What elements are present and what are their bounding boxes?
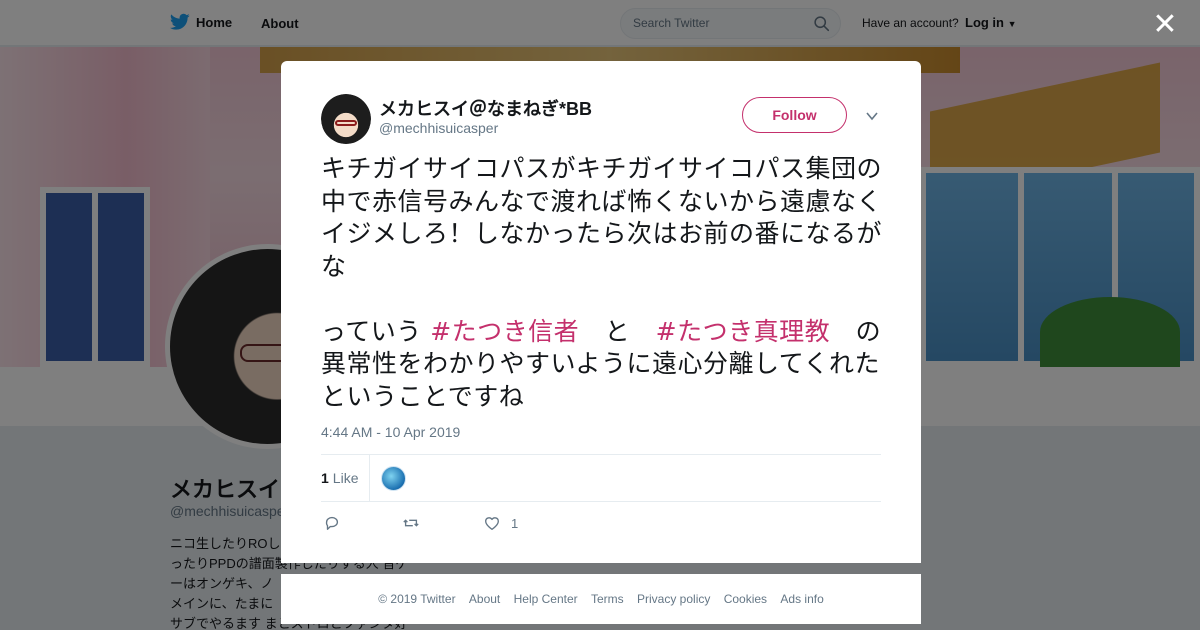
tweet-timestamp[interactable]: 4:44 AM - 10 Apr 2019 — [321, 424, 460, 440]
footer-link-ads[interactable]: Ads info — [780, 592, 823, 606]
footer-copyright: © 2019 Twitter — [378, 592, 456, 606]
close-icon[interactable]: ✕ — [1150, 10, 1180, 40]
tweet-paragraph: キチガイサイコパスがキチガイサイコパス集団の中で赤信号みんなで渡れば怖くないから… — [321, 154, 883, 281]
tweet-actions: 1 — [321, 513, 881, 537]
tweet-paragraph: っていう #たつき信者 と #たつき真理教 の異常性をわかりやすいように遠心分離… — [321, 316, 886, 414]
author-avatar-image — [321, 94, 371, 144]
tweet-stats: 1 Like — [321, 454, 881, 502]
tweet-text-fragment: っていう — [321, 316, 431, 346]
follow-button[interactable]: Follow — [742, 97, 847, 133]
likes-label: Like — [332, 470, 359, 486]
reply-button[interactable] — [323, 513, 341, 533]
retweet-icon — [403, 519, 419, 527]
author-avatar-glasses — [335, 120, 357, 126]
modal-footer: © 2019 Twitter About Help Center Terms P… — [281, 574, 921, 624]
author-avatar[interactable] — [321, 94, 371, 144]
tweet-text: キチガイサイコパスがキチガイサイコパス集団の中で赤信号みんなで渡れば怖くないから… — [321, 153, 886, 413]
hashtag-link[interactable]: #たつき信者 — [430, 317, 579, 346]
likes-stat[interactable]: 1 Like — [321, 470, 358, 486]
footer-link-terms[interactable]: Terms — [591, 592, 624, 606]
hashtag-link[interactable]: #たつき真理教 — [656, 317, 830, 346]
footer-link-cookies[interactable]: Cookies — [724, 592, 767, 606]
likes-count: 1 — [321, 470, 329, 486]
footer-link-privacy[interactable]: Privacy policy — [637, 592, 710, 606]
retweet-button[interactable] — [402, 513, 420, 533]
footer-links: © 2019 Twitter About Help Center Terms P… — [281, 592, 921, 606]
stats-divider — [369, 455, 370, 501]
author-name[interactable]: メカヒスイ＠なまねぎ*BB — [379, 95, 592, 121]
author-handle[interactable]: @mechhisuicasper — [379, 120, 498, 136]
tweet-modal: メカヒスイ＠なまねぎ*BB @mechhisuicasper Follow キチ… — [281, 61, 921, 563]
footer-link-about[interactable]: About — [469, 592, 500, 606]
chevron-down-icon[interactable] — [865, 109, 879, 123]
footer-link-help[interactable]: Help Center — [514, 592, 578, 606]
liker-avatar[interactable] — [381, 466, 406, 491]
like-button[interactable]: 1 — [483, 513, 518, 533]
heart-icon — [485, 517, 499, 530]
like-count: 1 — [511, 515, 519, 531]
tweet-text-fragment: と — [579, 316, 656, 346]
reply-icon — [325, 516, 339, 530]
